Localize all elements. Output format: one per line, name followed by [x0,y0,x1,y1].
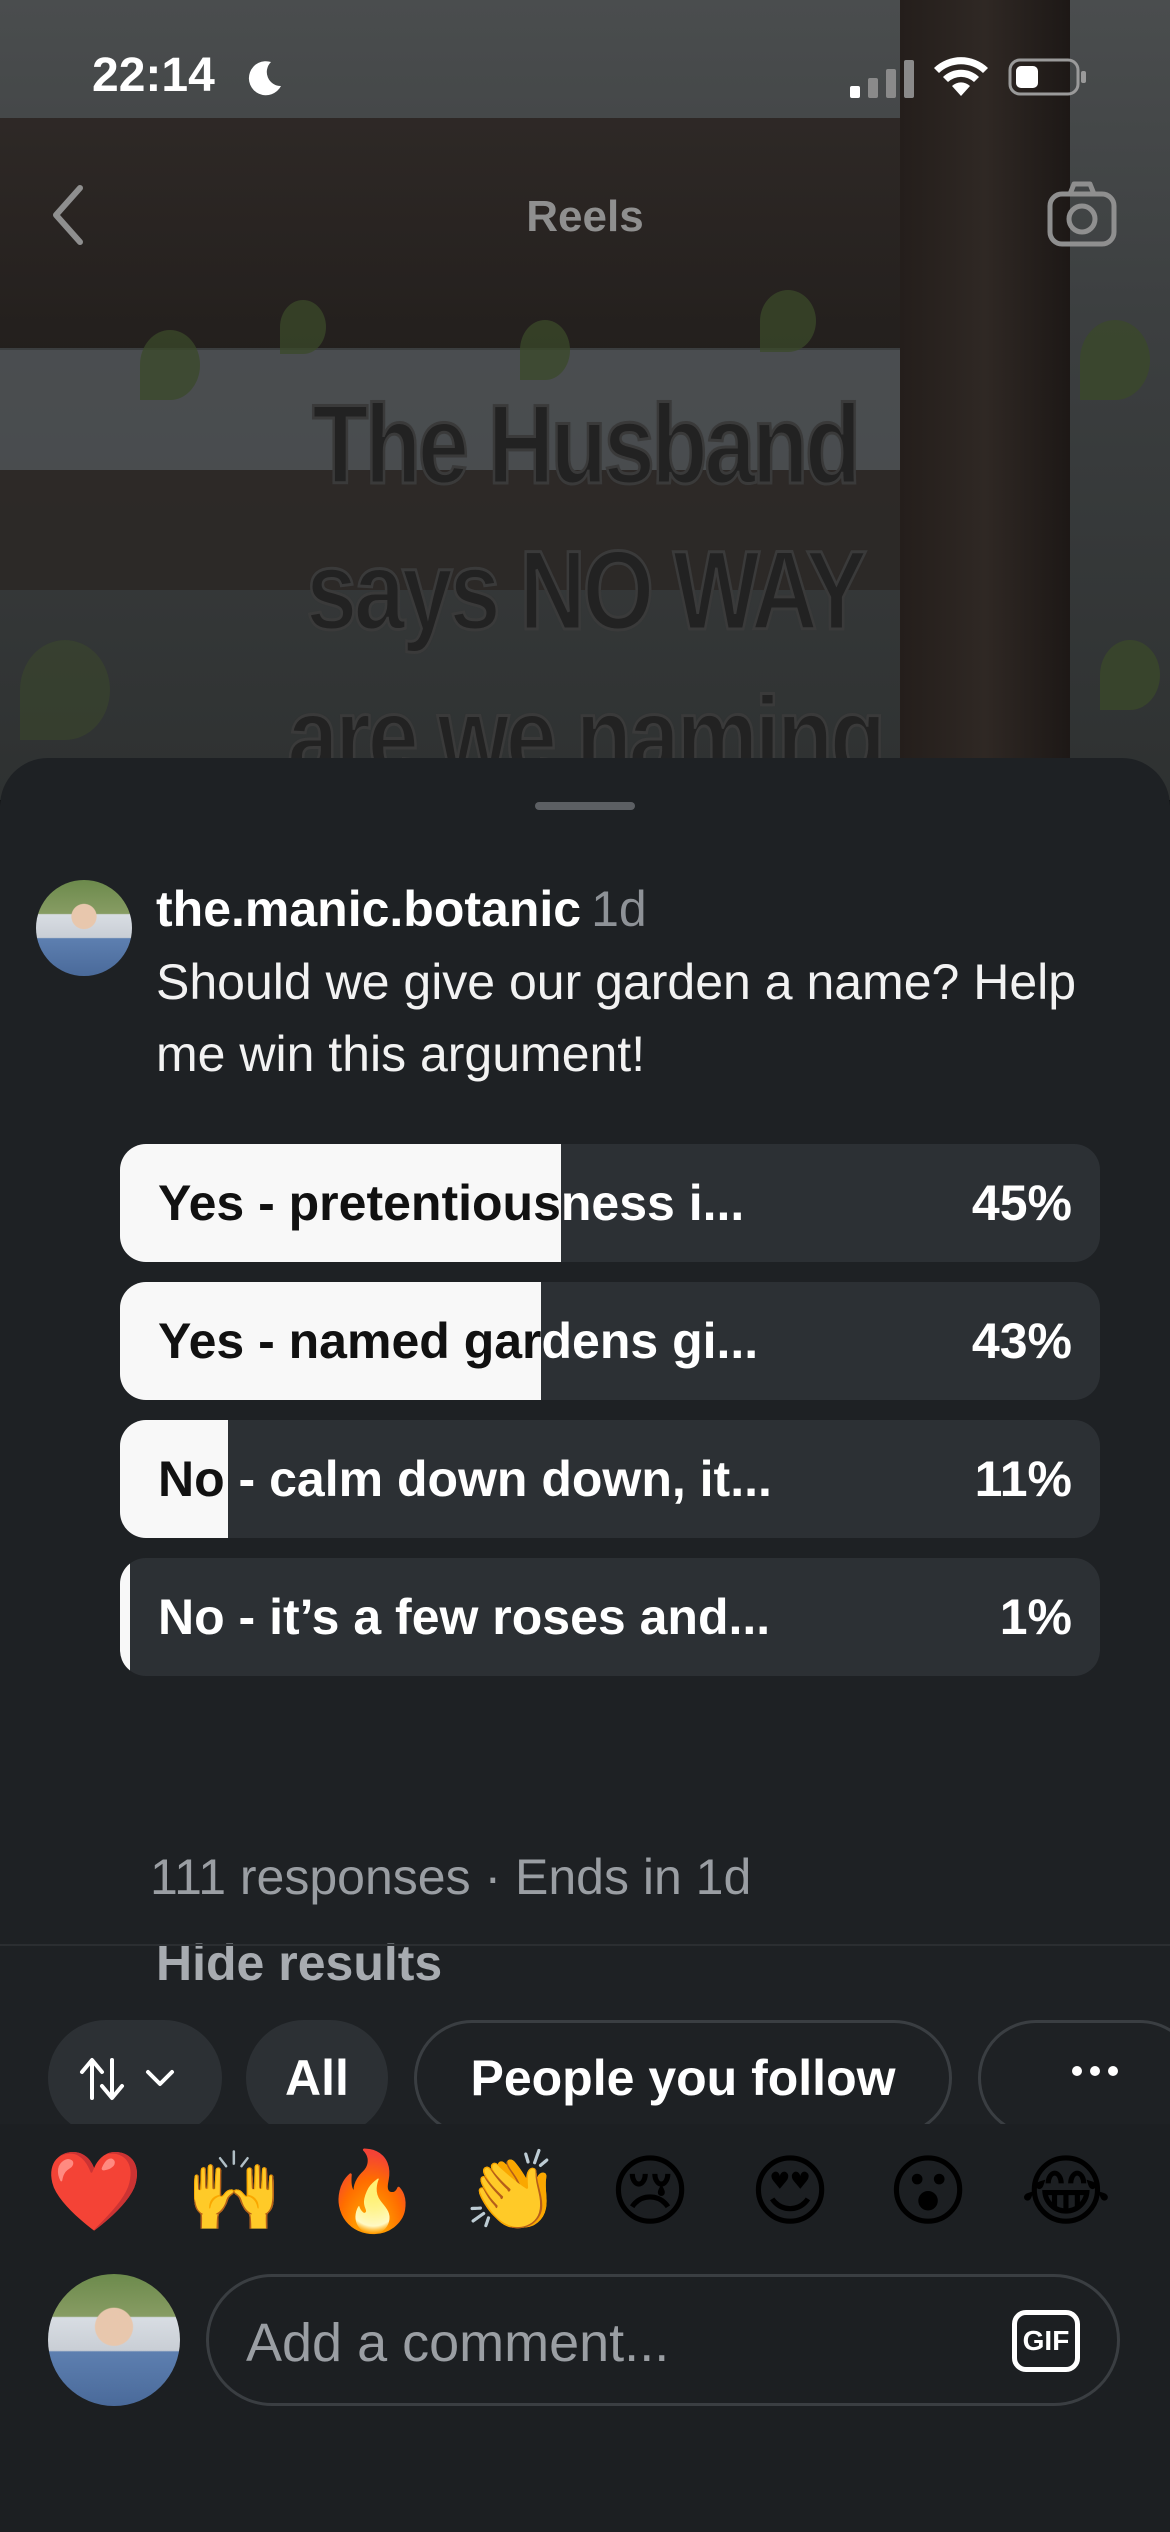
video-leaf [520,320,570,380]
poll-option-label-inverted: Yes - named gardens gi... [158,1313,542,1369]
moon-icon [248,61,281,96]
comment-composer: Add a comment... GIF [0,2254,1170,2532]
reaction-heart[interactable]: ❤️ [44,2142,144,2242]
camera-icon[interactable] [1046,178,1118,250]
poll-option-percent: 1% [999,1589,1072,1645]
status-bar: 22:14 [0,0,1170,150]
divider [0,1944,1170,1946]
video-leaf [1100,640,1160,710]
hide-results-button[interactable]: Hide results [156,1934,442,1992]
filter-all-chip[interactable]: All [246,2020,388,2136]
reaction-clap[interactable]: 👏 [462,2142,562,2242]
poll-option-percent: 45% [971,1175,1072,1231]
filter-people-you-follow-chip[interactable]: People you follow [414,2020,952,2136]
page-title: Reels [526,192,644,241]
reaction-raised-hands[interactable]: 🙌 [184,2142,284,2242]
sort-arrows-icon [80,2058,174,2100]
cellular-signal-icon [850,60,914,98]
avatar[interactable] [36,880,132,976]
poll-option[interactable]: Yes - pretentiousness i... Yes - pretent… [120,1144,1100,1262]
quick-reactions-row: ❤️ 🙌 🔥 👏 😢 😍 😮 😂 [0,2124,1170,2254]
avatar[interactable] [48,2274,180,2406]
poll-responses-summary: 111 responses · Ends in 1d [150,1849,752,1905]
poll-option-percent: 43% [971,1313,1072,1369]
poll-option-label-inverted: Yes - pretentiousness i... [158,1175,561,1231]
reaction-fire[interactable]: 🔥 [322,2142,422,2242]
more-horizontal-icon[interactable] [1070,2064,1120,2078]
reaction-surprised[interactable]: 😮 [878,2142,978,2242]
video-leaf [1080,320,1150,400]
status-time: 22:14 [92,49,215,102]
poll-option-label: No - calm down down, it... [158,1451,772,1507]
poll-option[interactable]: No - calm down down, it... No - calm dow… [120,1420,1100,1538]
video-caption-line-2: says NO WAY [305,527,869,655]
poll-option[interactable]: No - it’s a few roses and... No - it’s a… [120,1558,1100,1676]
poll-fill-overlay: Yes - pretentiousness i... [120,1144,561,1262]
poll: Yes - pretentiousness i... Yes - pretent… [120,1144,1100,1696]
reaction-crying[interactable]: 😢 [600,2142,700,2242]
poll-option[interactable]: Yes - named gardens gi... Yes - named ga… [120,1282,1100,1400]
username[interactable]: the.manic.botanic [156,881,581,937]
wifi-icon [934,57,988,96]
reels-comments-screen: The Husband says NO WAY are we naming 22… [0,0,1170,2532]
poll-option-percent: 11% [974,1451,1072,1507]
poll-option-label: No - it’s a few roses and... [158,1589,771,1645]
filter-chip-partial[interactable] [978,2020,1170,2136]
video-leaf [20,640,110,740]
reaction-heart-eyes[interactable]: 😍 [740,2142,840,2242]
comment-placeholder: Add a comment... [246,2313,670,2373]
comment-filter-chips: All People you follow [0,2020,1170,2136]
video-caption-line-1: The Husband [311,381,862,509]
video-leaf [760,290,816,352]
battery-icon [1008,58,1086,96]
gif-icon[interactable]: GIF [1012,2310,1080,2372]
post-caption: Should we give our garden a name? Help m… [156,954,1077,1082]
reaction-laughing[interactable]: 😂 [1016,2142,1116,2242]
video-leaf [280,300,326,354]
poll-option-label-inverted: No - calm down down, it... [158,1451,228,1507]
sort-button[interactable] [48,2020,222,2136]
poll-fill-overlay: No - calm down down, it... [120,1420,228,1538]
sheet-grabber[interactable] [535,802,635,810]
poll-fill-overlay: No - it’s a few roses and... [120,1558,130,1676]
post-age: 1d [591,881,647,937]
poll-fill-overlay: Yes - named gardens gi... [120,1282,541,1400]
post-author[interactable]: the.manic.botanic 1d [156,880,647,938]
